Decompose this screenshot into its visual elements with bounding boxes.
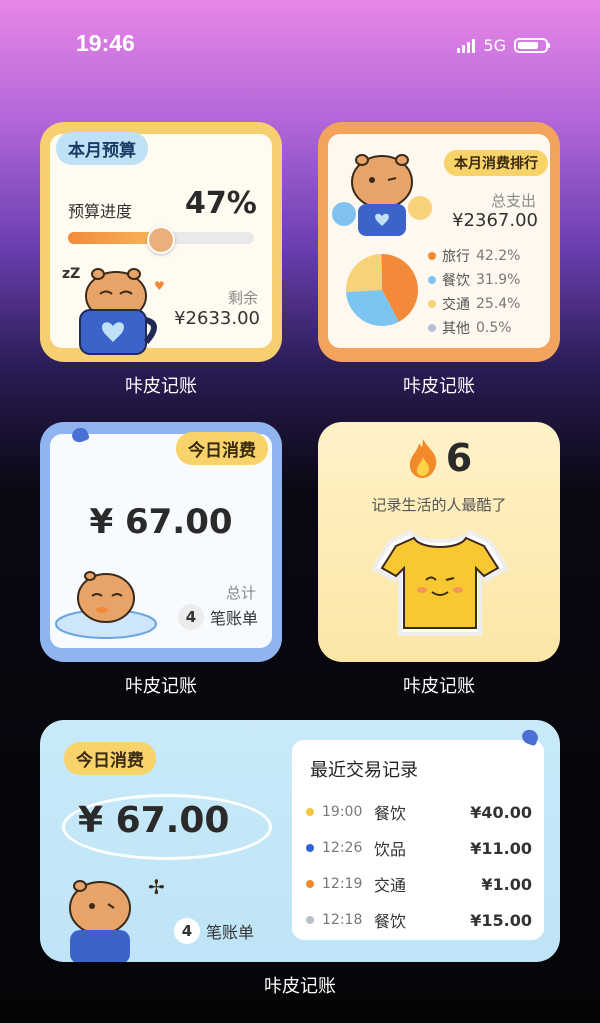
- transaction-category: 饮品: [374, 840, 407, 859]
- legend-name: 旅行: [442, 249, 470, 265]
- legend-value: 25.4%: [476, 296, 521, 312]
- pie-slice-2: [346, 254, 382, 293]
- budget-widget[interactable]: 本月预算 预算进度 47% zZ ♥ 剩余 ¥2633.00: [40, 122, 282, 362]
- capybara-bath-illustration: [55, 571, 157, 639]
- transaction-row[interactable]: 12:18 餐饮 ¥15.00: [306, 902, 532, 938]
- ranking-total-value: ¥2367.00: [452, 210, 538, 231]
- legend-value: 42.2%: [476, 248, 521, 264]
- battery-icon: [514, 38, 550, 53]
- status-indicators: 5G: [457, 36, 550, 55]
- transaction-row[interactable]: 12:19 交通 ¥1.00: [306, 866, 532, 902]
- today-count-unit: 笔账单: [209, 609, 258, 628]
- streak-row: 6: [318, 436, 560, 480]
- wide-today-count-row: 4 笔账单: [174, 918, 254, 944]
- transaction-dot-icon: [306, 880, 314, 888]
- budget-progress-label: 预算进度: [68, 202, 133, 221]
- widget-app-name: 咔皮记账: [403, 676, 475, 697]
- legend-item: 其他 0.5%: [428, 316, 548, 340]
- legend-dot-icon: [428, 324, 436, 332]
- transaction-category: 餐饮: [374, 912, 407, 931]
- budget-remain-label: 剩余: [227, 289, 258, 307]
- transaction-time: 12:18: [322, 912, 363, 928]
- network-label: 5G: [483, 36, 506, 55]
- transaction-dot-icon: [306, 916, 314, 924]
- svg-text:zZ: zZ: [62, 266, 80, 282]
- budget-progress-bar: [68, 226, 254, 254]
- svg-text:✢: ✢: [148, 875, 165, 899]
- transaction-amount: ¥15.00: [470, 910, 532, 930]
- today-count-row: 4 笔账单: [177, 604, 258, 630]
- streak-count: 6: [445, 436, 473, 480]
- legend-dot-icon: [428, 300, 436, 308]
- ranking-legend: 旅行 42.2% 餐饮 31.9% 交通 25.4% 其他 0.5%: [428, 244, 548, 340]
- legend-value: 0.5%: [476, 320, 512, 336]
- today-tag: 今日消费: [176, 432, 268, 465]
- wide-today-widget[interactable]: 今日消费 ¥ 67.00 ✢ 4 笔账单 最近交易记录 19:00 餐饮 ¥40.0…: [40, 720, 560, 962]
- transaction-time: 19:00: [322, 804, 363, 820]
- legend-item: 交通 25.4%: [428, 292, 548, 316]
- status-bar: 19:46 5G: [0, 30, 600, 62]
- streak-widget[interactable]: 6 记录生活的人最酷了: [318, 422, 560, 662]
- wide-today-count-unit: 笔账单: [206, 923, 255, 942]
- legend-dot-icon: [428, 252, 436, 260]
- fire-icon: [409, 439, 437, 478]
- widget-app-name: 咔皮记账: [264, 976, 336, 997]
- recent-transactions-title: 最近交易记录: [310, 760, 418, 781]
- capybara-cheer-illustration: [332, 154, 432, 236]
- wide-today-tag: 今日消费: [64, 742, 156, 775]
- today-count-badge: 4: [177, 604, 204, 630]
- transaction-dot-icon: [306, 808, 314, 816]
- budget-remain-value: ¥2633.00: [174, 308, 260, 329]
- ranking-widget[interactable]: 本月消费排行 总支出 ¥2367.00 旅行 42.2% 餐饮 31.9% 交通 25.4…: [318, 122, 560, 362]
- transaction-dot-icon: [306, 844, 314, 852]
- widget-app-name: 咔皮记账: [403, 376, 475, 397]
- legend-item: 旅行 42.2%: [428, 244, 548, 268]
- recent-transactions-list: 19:00 餐饮 ¥40.00 12:26 饮品 ¥11.00 12:19 交通 ¥1.00 12…: [306, 794, 532, 938]
- signal-icon: [457, 38, 476, 53]
- today-total-label: 总计: [225, 584, 256, 602]
- legend-item: 餐饮 31.9%: [428, 268, 548, 292]
- capybara-thinking-illustration: ✢: [69, 875, 165, 962]
- today-amount: ¥ 67.00: [89, 502, 233, 542]
- wide-today-amount: ¥ 67.00: [78, 800, 230, 841]
- transaction-amount: ¥1.00: [481, 874, 532, 894]
- transaction-category: 交通: [374, 876, 407, 895]
- legend-name: 交通: [442, 297, 470, 313]
- transaction-time: 12:26: [322, 840, 363, 856]
- legend-value: 31.9%: [476, 272, 521, 288]
- budget-progress-fill: [68, 232, 156, 244]
- svg-text:♥: ♥: [154, 279, 165, 293]
- transaction-category: 餐饮: [374, 804, 407, 823]
- streak-slogan: 记录生活的人最酷了: [371, 496, 507, 514]
- transaction-time: 12:19: [322, 876, 363, 892]
- transaction-amount: ¥11.00: [470, 838, 532, 858]
- budget-tag: 本月预算: [56, 132, 148, 165]
- tshirt-illustration: [371, 529, 509, 636]
- ranking-pie-chart: [346, 254, 418, 326]
- recent-transactions-card: 最近交易记录 19:00 餐饮 ¥40.00 12:26 饮品 ¥11.00 12:19 交通…: [292, 740, 544, 940]
- legend-name: 其他: [442, 321, 470, 337]
- ranking-tag: 本月消费排行: [444, 150, 548, 176]
- widget-app-name: 咔皮记账: [125, 676, 197, 697]
- legend-name: 餐饮: [442, 273, 470, 289]
- transaction-row[interactable]: 12:26 饮品 ¥11.00: [306, 830, 532, 866]
- budget-percent: 47%: [185, 186, 257, 221]
- wide-today-count-badge: 4: [174, 918, 200, 944]
- transaction-row[interactable]: 19:00 餐饮 ¥40.00: [306, 794, 532, 830]
- capybara-mug-illustration: zZ ♥: [62, 266, 165, 355]
- widget-app-name: 咔皮记账: [125, 376, 197, 397]
- legend-dot-icon: [428, 276, 436, 284]
- ranking-total-label: 总支出: [490, 192, 536, 210]
- today-widget[interactable]: 今日消费 ¥ 67.00 总计 4 笔账单: [40, 422, 282, 662]
- status-time: 19:46: [76, 30, 135, 56]
- transaction-amount: ¥40.00: [470, 802, 532, 822]
